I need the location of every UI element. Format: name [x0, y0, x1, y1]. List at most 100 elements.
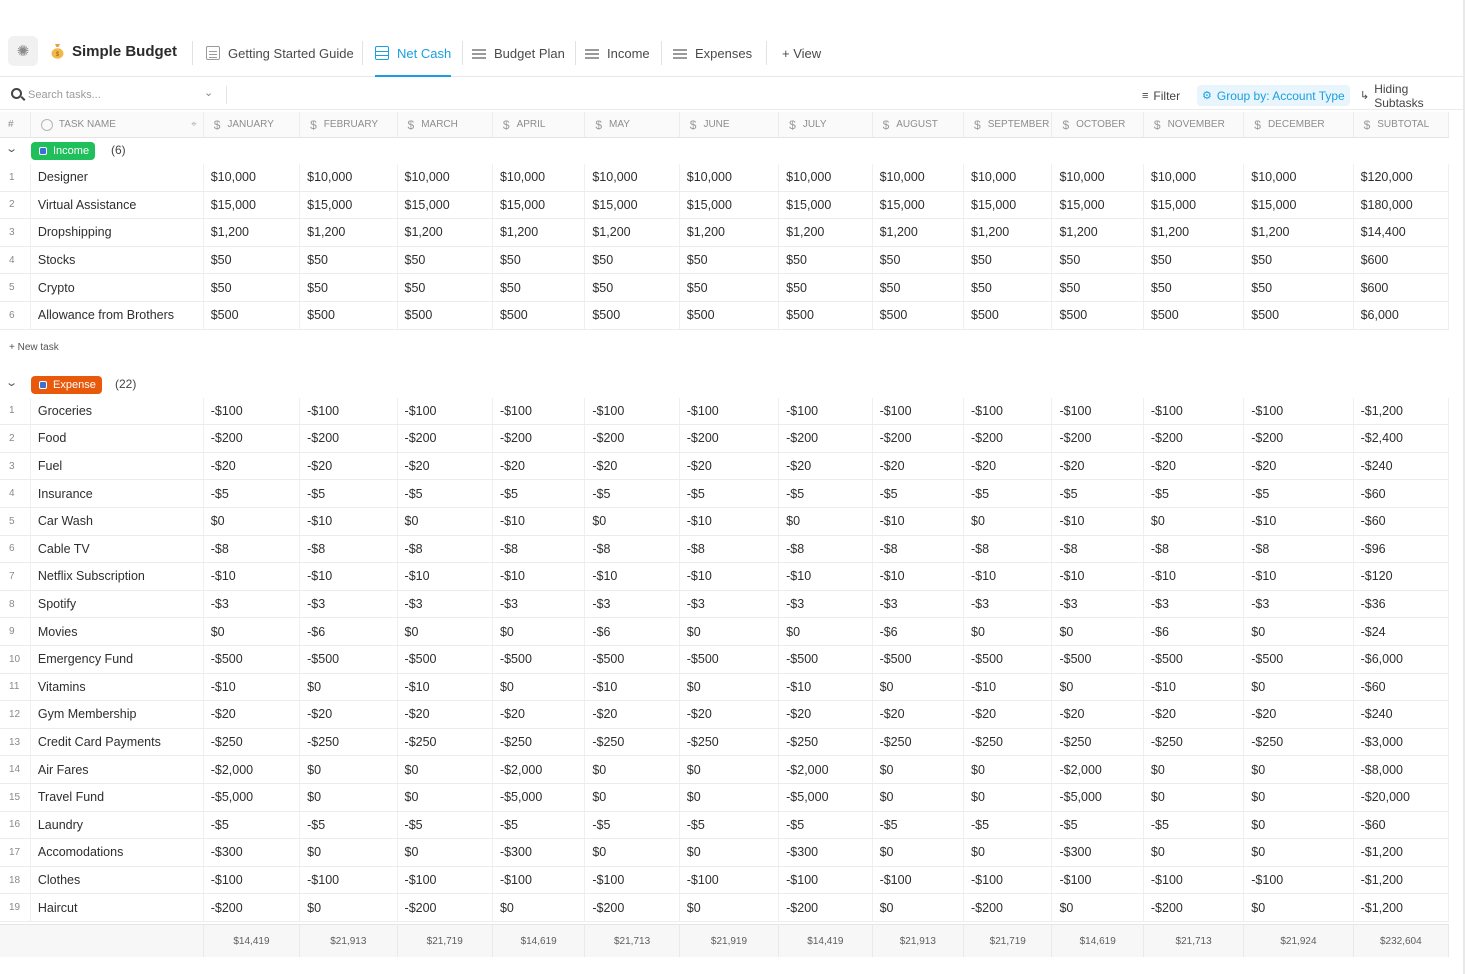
task-name-cell[interactable]: Netflix Subscription [31, 563, 204, 590]
table-row[interactable]: 8 Spotify -$3 -$3 -$3 -$3 -$3 -$3 -$3 -$3 -$3 -$3 -$… [0, 590, 1449, 619]
amount-cell[interactable]: -$200 [300, 425, 398, 452]
table-row[interactable]: 1 Groceries -$100 -$100 -$100 -$100 -$100 -$100… [0, 397, 1449, 426]
amount-cell[interactable]: -$200 [1244, 425, 1354, 452]
amount-cell[interactable]: $50 [1052, 274, 1144, 301]
amount-cell[interactable]: -$200 [398, 894, 493, 921]
amount-cell[interactable]: -$200 [964, 425, 1053, 452]
amount-cell[interactable]: -$5 [204, 811, 301, 839]
amount-cell[interactable]: $15,000 [779, 191, 873, 219]
amount-cell[interactable]: $0 [680, 839, 780, 866]
amount-cell[interactable]: $500 [398, 302, 493, 329]
subtotal-cell[interactable]: -$24 [1354, 618, 1449, 645]
amount-cell[interactable]: $10,000 [1144, 164, 1245, 191]
amount-cell[interactable]: $0 [204, 508, 301, 535]
amount-cell[interactable]: $1,200 [964, 219, 1053, 246]
amount-cell[interactable]: -$5 [680, 811, 780, 839]
amount-cell[interactable]: $0 [964, 756, 1053, 783]
month-column-header[interactable]: $ AUGUST [873, 112, 964, 137]
amount-cell[interactable]: -$10 [964, 563, 1053, 590]
table-row[interactable]: 4 Insurance -$5 -$5 -$5 -$5 -$5 -$5 -$5 -$5 -$5 -$5… [0, 480, 1449, 508]
table-row[interactable]: 9 Movies $0 -$6 $0 $0 -$6 $0 $0 -$6 $0 $0 -$6 $0 -$24 [0, 618, 1449, 646]
subtotal-cell[interactable]: -$36 [1354, 590, 1449, 618]
amount-cell[interactable]: -$3 [1244, 590, 1354, 618]
amount-cell[interactable]: -$20 [398, 452, 493, 480]
amount-cell[interactable]: $0 [1144, 756, 1245, 783]
amount-cell[interactable]: $0 [398, 839, 493, 866]
amount-cell[interactable]: -$5 [680, 480, 780, 507]
amount-cell[interactable]: $0 [1144, 784, 1245, 811]
amount-cell[interactable]: -$200 [873, 425, 964, 452]
table-row[interactable]: 19 Haircut -$200 $0 -$200 $0 -$200 $0 -$200 $0 -$2… [0, 894, 1449, 922]
table-row[interactable]: 3 Dropshipping $1,200 $1,200 $1,200 $1,200 $1,… [0, 219, 1449, 247]
month-column-header[interactable]: $ FEBRUARY [300, 112, 398, 137]
amount-cell[interactable]: $0 [873, 756, 964, 783]
amount-cell[interactable]: -$20 [300, 701, 398, 728]
amount-cell[interactable]: -$5 [1244, 480, 1354, 507]
amount-cell[interactable]: -$5 [493, 480, 586, 507]
table-row[interactable]: 15 Travel Fund -$5,000 $0 $0 -$5,000 $0 $0 -$5,0… [0, 784, 1449, 812]
subtotal-cell[interactable]: $14,400 [1354, 219, 1449, 246]
amount-cell[interactable]: -$3 [1052, 590, 1144, 618]
subtotal-cell[interactable]: $180,000 [1354, 191, 1449, 219]
amount-cell[interactable]: -$3 [873, 590, 964, 618]
amount-cell[interactable]: -$20 [493, 452, 586, 480]
amount-cell[interactable]: $0 [1244, 839, 1354, 866]
table-row[interactable]: 17 Accomodations -$300 $0 $0 -$300 $0 $0 -$300 $0… [0, 839, 1449, 867]
amount-cell[interactable]: -$200 [1144, 894, 1245, 921]
amount-cell[interactable]: $50 [493, 246, 586, 274]
amount-cell[interactable]: $10,000 [680, 164, 780, 191]
amount-cell[interactable]: $0 [398, 784, 493, 811]
month-column-header[interactable]: $ JUNE [680, 112, 780, 137]
task-name-cell[interactable]: Clothes [31, 866, 204, 894]
task-name-cell[interactable]: Virtual Assistance [31, 191, 204, 219]
amount-cell[interactable]: -$100 [398, 397, 493, 425]
amount-cell[interactable]: -$10 [1052, 508, 1144, 535]
amount-cell[interactable]: -$100 [300, 866, 398, 894]
amount-cell[interactable]: $15,000 [585, 191, 680, 219]
amount-cell[interactable]: $0 [1244, 894, 1354, 921]
task-name-cell[interactable]: Insurance [31, 480, 204, 507]
amount-cell[interactable]: $15,000 [964, 191, 1053, 219]
subtotal-cell[interactable]: -$1,200 [1354, 894, 1449, 921]
amount-cell[interactable]: -$500 [779, 646, 873, 673]
amount-cell[interactable]: -$300 [779, 839, 873, 866]
amount-cell[interactable]: $50 [873, 246, 964, 274]
table-row[interactable]: 7 Netflix Subscription -$10 -$10 -$10 -$10 -$1… [0, 563, 1449, 591]
amount-cell[interactable]: $0 [1244, 756, 1354, 783]
amount-cell[interactable]: $10,000 [493, 164, 586, 191]
amount-cell[interactable]: -$100 [1052, 866, 1144, 894]
amount-cell[interactable]: -$100 [1052, 397, 1144, 425]
amount-cell[interactable]: $0 [585, 756, 680, 783]
amount-cell[interactable]: -$5 [1144, 811, 1245, 839]
amount-cell[interactable]: -$200 [964, 894, 1053, 921]
amount-cell[interactable]: -$3 [964, 590, 1053, 618]
amount-cell[interactable]: $0 [680, 894, 780, 921]
amount-cell[interactable]: -$100 [1144, 866, 1245, 894]
amount-cell[interactable]: $500 [585, 302, 680, 329]
amount-cell[interactable]: -$2,000 [779, 756, 873, 783]
amount-cell[interactable]: $0 [1052, 618, 1144, 645]
amount-cell[interactable]: -$8 [1052, 535, 1144, 563]
amount-cell[interactable]: -$500 [1144, 646, 1245, 673]
task-name-cell[interactable]: Food [31, 425, 204, 452]
amount-cell[interactable]: -$5 [779, 811, 873, 839]
subtotal-cell[interactable]: -$8,000 [1354, 756, 1449, 783]
amount-cell[interactable]: -$5 [585, 480, 680, 507]
task-name-column-header[interactable]: TASK NAME ⌖ [31, 112, 204, 137]
amount-cell[interactable]: $500 [873, 302, 964, 329]
subtotal-cell[interactable]: -$20,000 [1354, 784, 1449, 811]
amount-cell[interactable]: -$500 [964, 646, 1053, 673]
amount-cell[interactable]: -$100 [204, 866, 301, 894]
amount-cell[interactable]: $500 [300, 302, 398, 329]
amount-cell[interactable]: -$5 [398, 480, 493, 507]
amount-cell[interactable]: -$200 [585, 425, 680, 452]
table-row[interactable]: 6 Allowance from Brothers $500 $500 $500 $500… [0, 302, 1449, 330]
amount-cell[interactable]: -$20 [585, 701, 680, 728]
task-name-cell[interactable]: Crypto [31, 274, 204, 301]
amount-cell[interactable]: $50 [585, 274, 680, 301]
amount-cell[interactable]: -$5 [1144, 480, 1245, 507]
amount-cell[interactable]: -$8 [1244, 535, 1354, 563]
tab-expenses[interactable]: Expenses [673, 36, 752, 70]
amount-cell[interactable]: -$3 [398, 590, 493, 618]
amount-cell[interactable]: $50 [204, 246, 301, 274]
